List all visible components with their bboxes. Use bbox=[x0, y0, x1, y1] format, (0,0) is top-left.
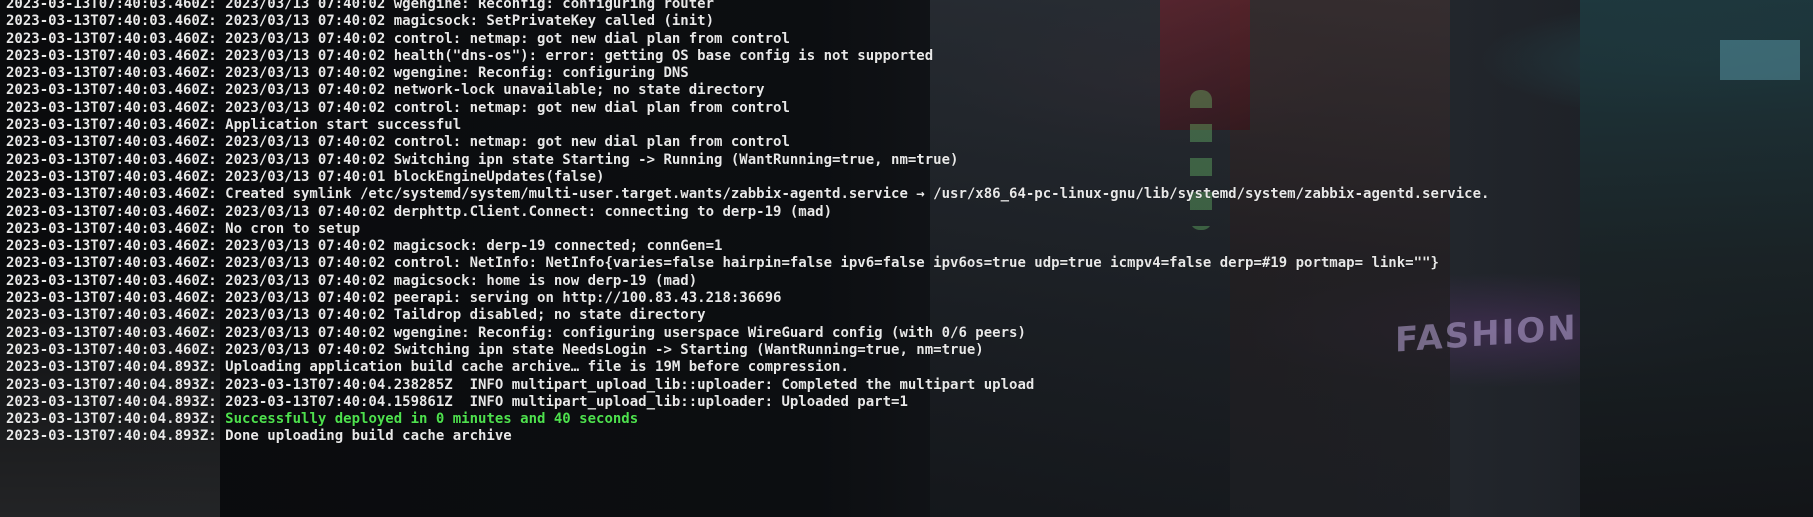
log-line: 2023-03-13T07:40:03.460Z: 2023/03/13 07:… bbox=[6, 272, 698, 289]
log-line: 2023-03-13T07:40:03.460Z: 2023/03/13 07:… bbox=[6, 290, 782, 307]
log-output[interactable]: 2023-03-13T07:40:03.460Z: 2023/03/13 07:… bbox=[6, 0, 1813, 446]
log-line: 2023-03-13T07:40:03.460Z: 2023/03/13 07:… bbox=[6, 255, 1439, 272]
log-line: 2023-03-13T07:40:03.460Z: 2023/03/13 07:… bbox=[6, 324, 1026, 341]
log-line: 2023-03-13T07:40:03.460Z: 2023/03/13 07:… bbox=[6, 0, 715, 12]
log-line: 2023-03-13T07:40:03.460Z: 2023/03/13 07:… bbox=[6, 238, 723, 255]
log-line: 2023-03-13T07:40:03.460Z: Created symlin… bbox=[6, 186, 1490, 203]
log-line: 2023-03-13T07:40:03.460Z: 2023/03/13 07:… bbox=[6, 82, 765, 99]
log-line: 2023-03-13T07:40:04.893Z: 2023-03-13T07:… bbox=[6, 393, 908, 410]
log-line: 2023-03-13T07:40:03.460Z: 2023/03/13 07:… bbox=[6, 99, 790, 116]
log-line-deploy-status: 2023-03-13T07:40:04.893Z: Successfully d… bbox=[6, 411, 1813, 428]
terminal-window[interactable]: FASHION 2023-03-13T07:40:03.460Z: 2023/0… bbox=[0, 0, 1813, 517]
log-line: 2023-03-13T07:40:03.460Z: 2023/03/13 07:… bbox=[6, 168, 605, 185]
log-line: 2023-03-13T07:40:03.460Z: 2023/03/13 07:… bbox=[6, 203, 833, 220]
log-line: 2023-03-13T07:40:03.460Z: 2023/03/13 07:… bbox=[6, 30, 790, 47]
log-line: 2023-03-13T07:40:03.460Z: 2023/03/13 07:… bbox=[6, 47, 934, 64]
log-line: 2023-03-13T07:40:03.460Z: 2023/03/13 07:… bbox=[6, 13, 715, 30]
log-line: 2023-03-13T07:40:03.460Z: No cron to set… bbox=[6, 220, 361, 237]
log-line: 2023-03-13T07:40:04.893Z: Uploading appl… bbox=[6, 359, 849, 376]
log-line: 2023-03-13T07:40:03.460Z: 2023/03/13 07:… bbox=[6, 65, 689, 82]
log-line: 2023-03-13T07:40:03.460Z: 2023/03/13 07:… bbox=[6, 134, 790, 151]
log-line: 2023-03-13T07:40:03.460Z: 2023/03/13 07:… bbox=[6, 151, 959, 168]
log-line: 2023-03-13T07:40:04.893Z: 2023-03-13T07:… bbox=[6, 376, 1035, 393]
log-line: 2023-03-13T07:40:03.460Z: 2023/03/13 07:… bbox=[6, 341, 984, 358]
log-line-prefix: 2023-03-13T07:40:04.893Z: bbox=[6, 411, 226, 428]
log-line: 2023-03-13T07:40:03.460Z: 2023/03/13 07:… bbox=[6, 307, 706, 324]
log-line: 2023-03-13T07:40:04.893Z: Done uploading… bbox=[6, 428, 512, 445]
log-line: 2023-03-13T07:40:03.460Z: Application st… bbox=[6, 117, 462, 134]
deploy-success-message: Successfully deployed in 0 minutes and 4… bbox=[225, 411, 639, 428]
